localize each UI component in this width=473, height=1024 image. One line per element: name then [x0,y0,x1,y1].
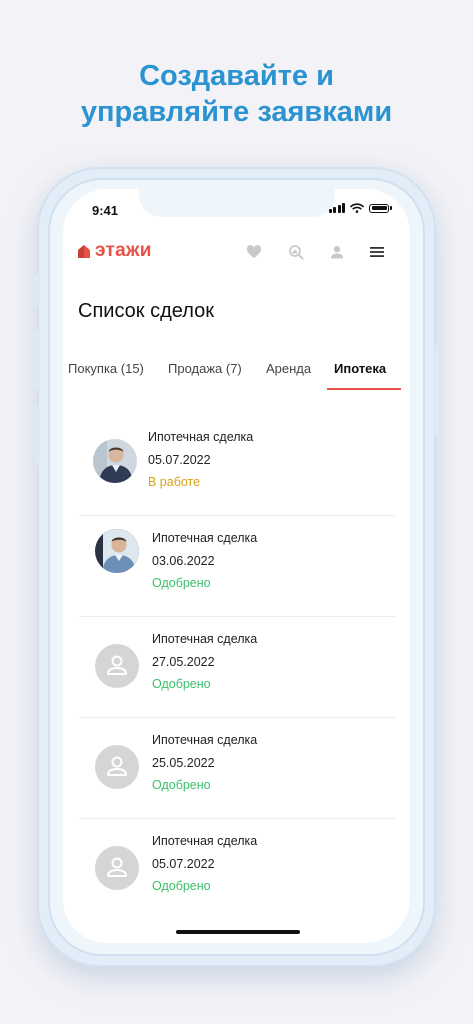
person-photo-icon [95,529,139,573]
status-icons [328,203,392,213]
tab-rent[interactable]: Аренда [266,361,311,376]
heart-icon[interactable] [246,245,262,259]
phone-volume-up-button [34,330,40,390]
deal-date: 03.06.2022 [152,554,215,568]
tab-purchase[interactable]: Покупка (15) [68,361,144,376]
deal-item[interactable]: Ипотечная сделка 05.07.2022 В работе [79,414,396,516]
user-placeholder-icon [107,756,127,776]
deal-title: Ипотечная сделка [152,632,258,646]
avatar [93,439,137,483]
promo-headline-line1: Создавайте и [139,60,334,92]
deal-status: Одобрено [152,576,211,590]
deal-status: Одобрено [152,677,211,691]
deal-tabs: Покупка (15) Продажа (7) Аренда Ипотека [68,361,410,391]
wifi-icon [350,203,364,213]
app-screen: 9:41 этажи Список сделок Покупка (15) Пр… [63,189,410,943]
deal-item[interactable]: Ипотечная сделка 05.07.2022 Одобрено [79,818,396,919]
battery-cap [390,206,392,210]
tab-sale[interactable]: Продажа (7) [168,361,242,376]
brand-logo[interactable]: этажи [77,240,152,262]
deal-title: Ипотечная сделка [148,430,254,444]
deal-date: 05.07.2022 [152,857,215,871]
logo-text: этажи [95,240,152,261]
avatar [95,745,139,789]
deal-item[interactable]: Ипотечная сделка 27.05.2022 Одобрено [79,616,396,718]
user-placeholder-icon [107,857,127,877]
promo-headline-line2: управляйте заявками [80,96,393,128]
page-title: Список сделок [78,300,214,322]
deal-item[interactable]: Ипотечная сделка 03.06.2022 Одобрено [79,515,396,617]
phone-power-button [433,345,439,435]
user-placeholder-icon [107,655,127,675]
battery-icon [369,203,389,213]
avatar [95,846,139,890]
person-photo-icon [93,439,137,483]
deal-title: Ипотечная сделка [152,834,258,848]
avatar [95,529,139,573]
deal-item[interactable]: Ипотечная сделка 25.05.2022 Одобрено [79,717,396,819]
deal-date: 05.07.2022 [148,453,211,467]
phone-notch [139,189,335,217]
house-logo-icon [78,244,90,258]
deal-status: Одобрено [152,778,211,792]
avatar [95,644,139,688]
phone-mute-button [34,275,40,307]
header-actions [246,244,384,260]
home-indicator[interactable] [176,930,300,934]
deal-title: Ипотечная сделка [152,531,258,545]
deal-status: Одобрено [152,879,211,893]
menu-icon[interactable] [370,246,384,258]
search-house-icon[interactable] [288,244,304,260]
deal-status: В работе [148,475,201,489]
signal-icon [328,203,345,213]
phone-volume-down-button [34,405,40,465]
deal-date: 27.05.2022 [152,655,215,669]
tab-mortgage[interactable]: Ипотека [334,361,386,376]
user-icon[interactable] [330,245,344,259]
active-tab-indicator [327,388,401,390]
status-time: 9:41 [92,203,119,218]
deal-date: 25.05.2022 [152,756,215,770]
deal-title: Ипотечная сделка [152,733,258,747]
promo-headline: Создавайте и управляйте заявками [0,58,473,130]
